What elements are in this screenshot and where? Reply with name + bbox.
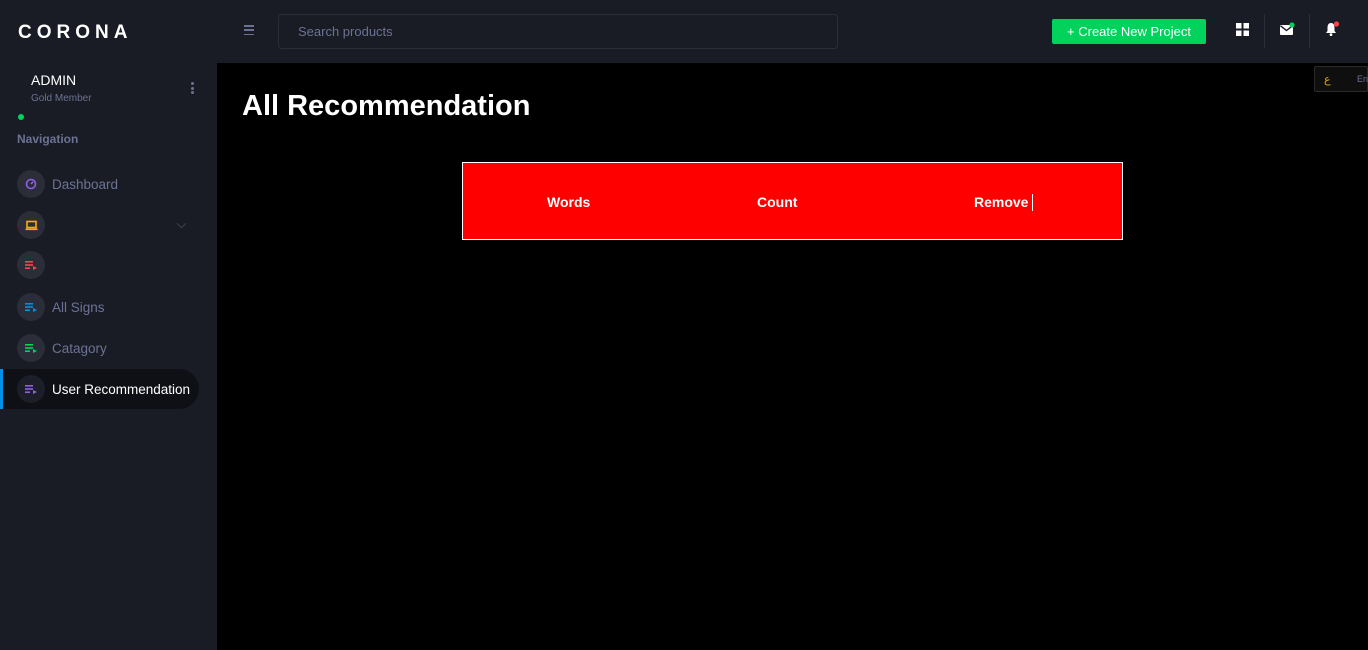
speedometer-icon xyxy=(17,170,45,198)
column-header-words: Words xyxy=(547,194,591,210)
sidebar-item-label: User Recommendation xyxy=(52,381,191,397)
text-cursor xyxy=(1032,194,1033,211)
sidebar-item-label: Dashboard xyxy=(52,176,119,192)
online-status-dot xyxy=(18,114,24,120)
playlist-icon xyxy=(17,293,45,321)
profile-role: Gold Member xyxy=(31,93,92,104)
kebab-dot-icon xyxy=(190,86,194,90)
sidebar-item-dashboard[interactable]: Dashboard xyxy=(0,164,200,204)
bell-icon[interactable] xyxy=(1323,20,1341,38)
sidebar-item-label: All Signs xyxy=(52,299,105,315)
divider xyxy=(1309,14,1310,48)
menu-toggle-icon[interactable] xyxy=(244,25,254,35)
kebab-dot-icon xyxy=(190,91,194,94)
language-chip[interactable]: ع En xyxy=(1314,66,1368,92)
grid-icon[interactable] xyxy=(1233,20,1251,38)
sidebar-item-label: Catagory xyxy=(52,340,107,356)
playlist-icon xyxy=(17,375,45,403)
create-new-project-button[interactable]: + Create New Project xyxy=(1052,19,1206,44)
column-header-remove: Remove xyxy=(974,194,1029,210)
playlist-icon xyxy=(17,334,45,362)
mail-icon[interactable] xyxy=(1278,20,1296,38)
profile-menu-button[interactable] xyxy=(186,80,198,96)
language-icon: ع xyxy=(1324,74,1331,86)
recommendation-table: Words Count Remove xyxy=(462,162,1123,240)
laptop-icon xyxy=(17,211,45,239)
page-title: All Recommendation xyxy=(242,90,531,122)
playlist-icon xyxy=(17,251,45,279)
column-header-count: Count xyxy=(757,194,798,210)
brand-logo[interactable]: CORONA xyxy=(18,22,132,44)
search-input[interactable] xyxy=(278,14,838,49)
nav-heading: Navigation xyxy=(17,132,79,146)
topbar: + Create New Project xyxy=(217,0,1368,63)
profile-name: ADMIN xyxy=(31,72,77,88)
sidebar-item-user-recommendation[interactable]: User Recommendation xyxy=(0,369,199,409)
kebab-dot-icon xyxy=(190,82,194,85)
sidebar-item-playlist-red[interactable] xyxy=(0,245,200,285)
divider xyxy=(1264,14,1265,48)
sidebar-item-laptop[interactable] xyxy=(0,205,200,245)
sidebar: CORONA ADMIN Gold Member Navigation Dash… xyxy=(0,0,217,650)
language-chip-label: En xyxy=(1357,74,1368,84)
sidebar-item-catagory[interactable]: Catagory xyxy=(0,328,200,368)
chevron-down-icon xyxy=(176,218,187,229)
sidebar-item-all-signs[interactable]: All Signs xyxy=(0,287,200,327)
